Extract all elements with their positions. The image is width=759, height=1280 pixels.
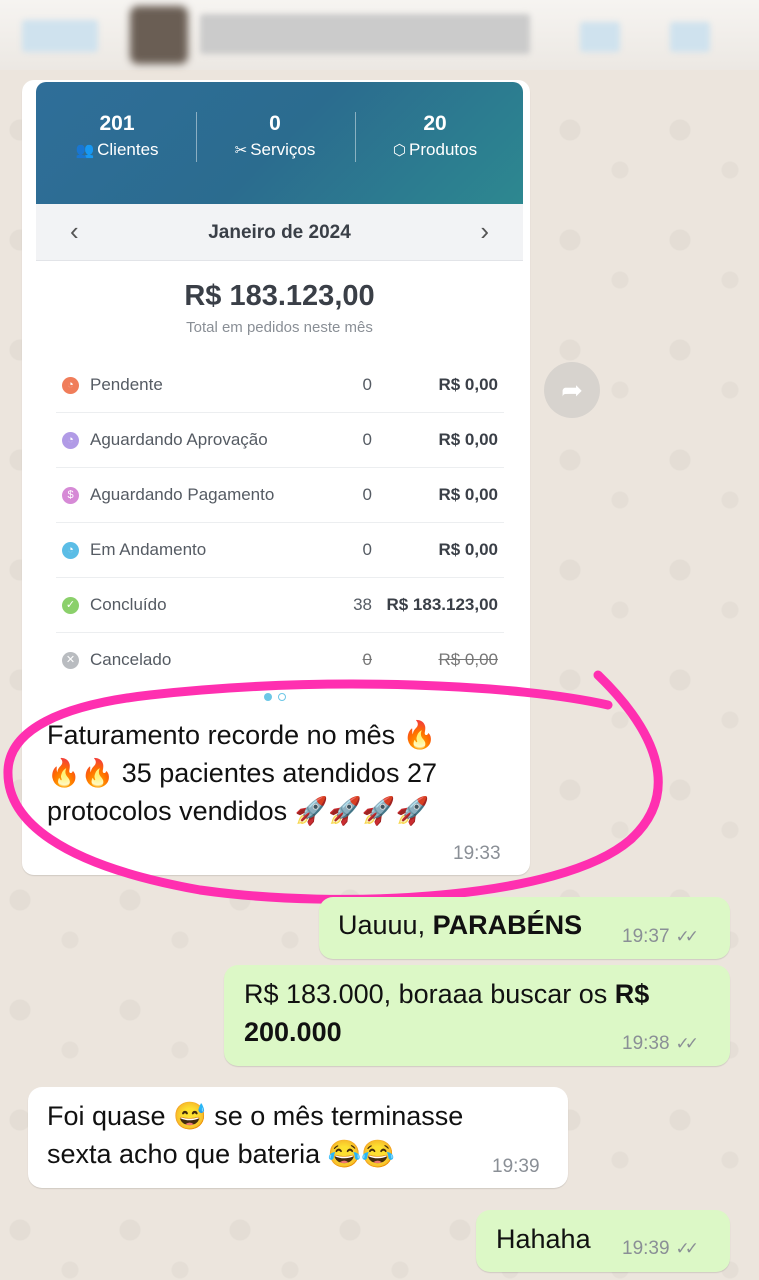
stats-header: 201 👥 Clientes 0 ✂ Serviços 20 ⬡ Produtos [36,82,523,204]
message-line: Foi quase 😅 se o mês terminasse [47,1101,464,1131]
back-button[interactable] [22,20,98,52]
stat-label: Serviços [250,140,316,159]
message-meta: 19:38 ✓✓ [622,1033,699,1055]
message-text: Foi quase 😅 se o mês terminasse sexta ac… [47,1097,463,1173]
dashboard-screenshot[interactable]: 201 👥 Clientes 0 ✂ Serviços 20 ⬡ Produtos ‹… [36,82,523,692]
monthly-total: R$ 183.123,00 [184,280,375,312]
monthly-total-caption: Total em pedidos neste mês [186,319,373,336]
message-text: Hahaha [496,1224,591,1254]
stat-value: 201 [99,112,135,135]
clock-icon: ◔ [62,542,79,559]
status-value: R$ 0,00 [438,375,498,394]
message-time: 19:39 [622,1238,670,1259]
status-label: Concluído [90,595,167,614]
status-label: Aguardando Aprovação [90,430,268,449]
status-row-aguardando-pagamento: $ Aguardando Pagamento 0 R$ 0,00 [56,468,504,523]
status-value: R$ 0,00 [438,430,498,449]
status-label: Aguardando Pagamento [90,485,275,504]
status-row-pendente: ◔ Pendente 0 R$ 0,00 [56,358,504,413]
status-value: R$ 0,00 [438,540,498,559]
dollar-icon: $ [62,487,79,504]
month-title: Janeiro de 2024 [208,222,351,243]
message-meta: 19:39 ✓✓ [622,1238,699,1260]
clock-icon: ◔ [62,432,79,449]
stat-clientes: 201 👥 Clientes [37,112,197,160]
stat-produtos: 20 ⬡ Produtos [355,112,515,160]
status-row-aguardando-aprovacao: ◔ Aguardando Aprovação 0 R$ 0,00 [56,413,504,468]
message-time: 19:37 [622,926,670,947]
check-icon: ✓ [62,597,79,614]
read-receipt-icon: ✓✓ [675,927,699,946]
message-text-bold: R$ [614,979,650,1009]
chat-header[interactable] [0,0,759,70]
video-call-icon[interactable] [580,22,620,52]
status-value: R$ 183.123,00 [386,595,498,614]
message-text-plain: R$ 183.000, boraaa buscar os [244,979,615,1009]
message-meta: 19:37 ✓✓ [622,926,699,948]
message-text-plain: Uauuu, [338,910,433,940]
clock-icon: ◔ [62,377,79,394]
stat-label: Produtos [409,140,478,159]
message-time: 19:38 [622,1033,670,1054]
stat-servicos: 0 ✂ Serviços [195,112,355,160]
highlight-annotation [3,670,663,904]
month-selector: ‹ Janeiro de 2024 › [36,204,523,261]
status-count: 0 [362,485,372,504]
tools-icon: ✂ [234,142,248,159]
forward-icon[interactable]: ➦ [544,362,600,418]
box-icon: ⬡ [392,142,407,159]
status-count: 0 [362,430,372,449]
status-label: Em Andamento [90,540,207,559]
message-text-bold: 200.000 [244,1017,342,1047]
stat-value: 20 [423,112,447,135]
status-row-em-andamento: ◔ Em Andamento 0 R$ 0,00 [56,523,504,578]
stat-value: 0 [269,112,281,135]
status-row-concluido: ✓ Concluído 38 R$ 183.123,00 [56,578,504,633]
stat-label: Clientes [97,140,159,159]
message-line: sexta acho que bateria 😂😂 [47,1139,395,1169]
contact-name[interactable] [200,14,530,54]
phone-call-icon[interactable] [670,22,710,52]
read-receipt-icon: ✓✓ [675,1239,699,1258]
status-label: Pendente [90,375,163,394]
status-count: 0 [362,540,372,559]
status-count: 38 [353,595,372,614]
read-receipt-icon: ✓✓ [675,1034,699,1053]
status-count: 0 [362,375,372,394]
message-time: 19:39 [492,1156,540,1177]
status-value: R$ 0,00 [438,485,498,504]
chevron-right-icon: › [480,216,489,246]
message-text: Uauuu, PARABÉNS [338,906,582,944]
users-icon: 👥 [75,142,95,159]
avatar[interactable] [130,6,188,64]
message-text-bold: PARABÉNS [432,910,583,940]
